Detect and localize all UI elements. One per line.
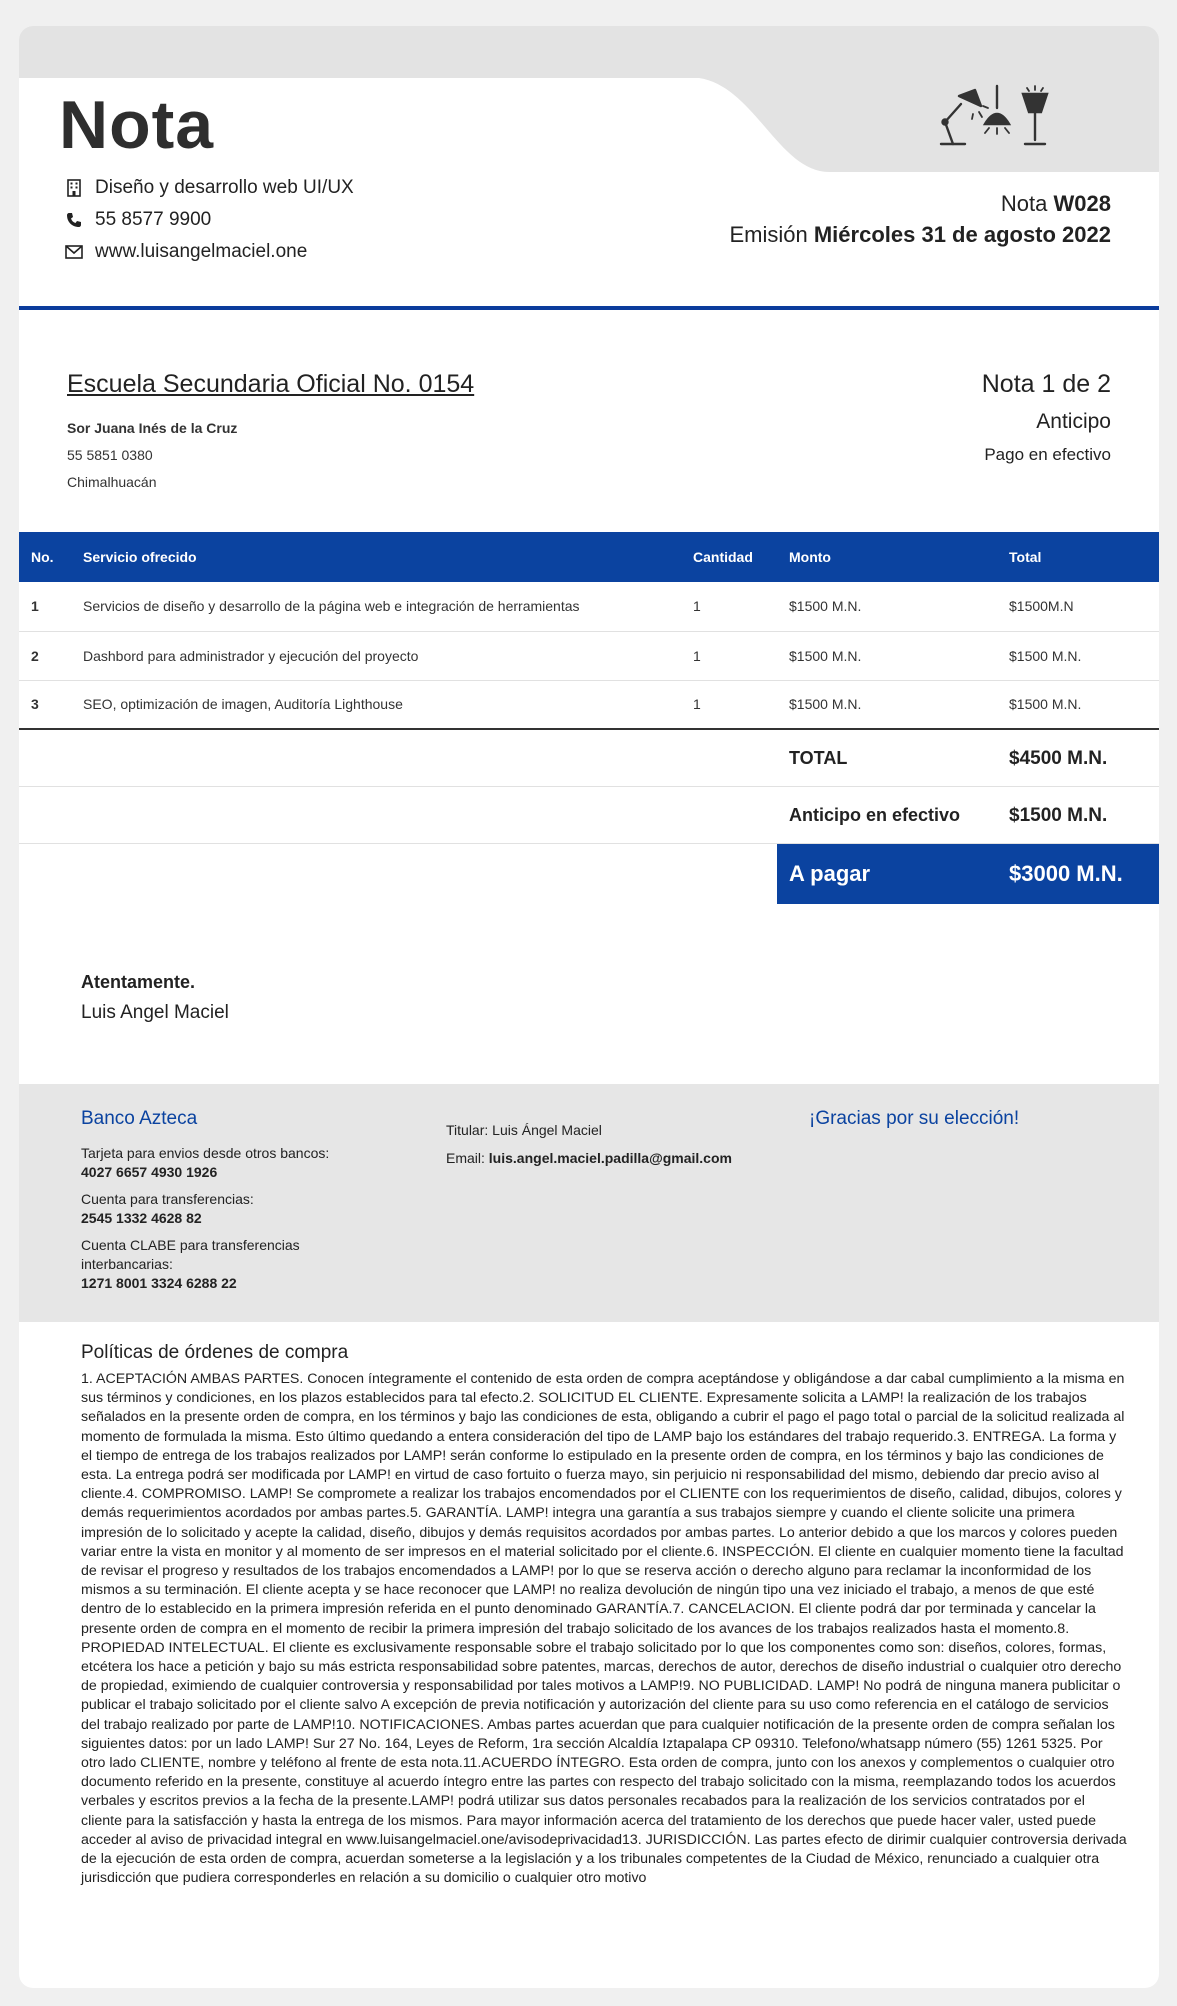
- account-label: Cuenta para transferencias:: [81, 1191, 254, 1207]
- contact-website[interactable]: www.luisangelmaciel.one: [95, 241, 307, 263]
- lamp-logo-icon: [939, 84, 1049, 146]
- table-header-row: No. Servicio ofrecido Cantidad Monto Tot…: [19, 532, 1159, 582]
- email-line: Email: luis.angel.maciel.padilla@gmail.c…: [446, 1144, 732, 1172]
- page-title: Nota: [59, 87, 215, 163]
- client-name: Escuela Secundaria Oficial No. 0154: [67, 370, 475, 398]
- amount-due-label: A pagar: [789, 861, 871, 886]
- email-label: Email:: [446, 1150, 485, 1166]
- services-table: No. Servicio ofrecido Cantidad Monto Tot…: [19, 532, 1159, 730]
- cell-service: Servicios de diseño y desarrollo de la p…: [83, 582, 693, 632]
- emision-date: Miércoles 31 de agosto 2022: [813, 222, 1111, 247]
- card-label: Tarjeta para envios desde otros bancos:: [81, 1145, 330, 1161]
- envelope-icon: [65, 243, 83, 261]
- cell-service: Dashbord para administrador y ejecución …: [83, 631, 693, 681]
- nota-type: Anticipo: [1036, 410, 1111, 433]
- advance-row: Anticipo en efectivo $1500 M.N.: [19, 787, 1159, 844]
- cell-amount: $1500 M.N.: [789, 582, 1009, 632]
- cell-no: 3: [19, 680, 83, 730]
- contact-service: Diseño y desarrollo web UI/UX: [95, 177, 354, 198]
- cell-quantity: 1: [693, 680, 789, 730]
- bank-info: Banco Azteca Tarjeta para envios desde o…: [19, 1084, 1159, 1322]
- col-header-quantity: Cantidad: [693, 549, 753, 565]
- advance-value: $1500 M.N.: [1009, 805, 1108, 826]
- client-phone: 55 5851 0380: [67, 447, 153, 463]
- cell-quantity: 1: [693, 582, 789, 632]
- amount-due-value: $3000 M.N.: [1009, 861, 1123, 886]
- bank-accounts: Tarjeta para envios desde otros bancos: …: [81, 1144, 381, 1301]
- client-info: Escuela Secundaria Oficial No. 0154 Sor …: [19, 308, 1159, 532]
- card-block: Tarjeta para envios desde otros bancos: …: [81, 1144, 381, 1182]
- nota-meta: Nota W028 Emisión Miércoles 31 de agosto…: [691, 188, 1111, 250]
- contact-website-row: www.luisangelmaciel.one: [65, 236, 354, 268]
- thanks-message: ¡Gracias por su elección!: [809, 1108, 1020, 1129]
- client-subtitle: Sor Juana Inés de la Cruz: [67, 420, 238, 436]
- col-header-amount: Monto: [789, 549, 831, 565]
- contact-info: Diseño y desarrollo web UI/UX 55 8577 99…: [65, 172, 354, 268]
- nota-number: W028: [1053, 191, 1111, 216]
- emision-label: Emisión: [729, 222, 808, 247]
- cell-quantity: 1: [693, 631, 789, 681]
- signature-name: Luis Angel Maciel: [81, 1002, 229, 1023]
- advance-label: Anticipo en efectivo: [789, 805, 961, 825]
- cell-no: 1: [19, 582, 83, 632]
- signature-closing: Atentamente.: [81, 972, 196, 992]
- nota-number-line: Nota W028: [691, 188, 1111, 219]
- purchase-policies: Políticas de órdenes de compra 1. ACEPTA…: [19, 1322, 1159, 1888]
- building-icon: [65, 179, 83, 197]
- table-row: 3 SEO, optimización de imagen, Auditoría…: [19, 680, 1159, 730]
- invoice-page: Nota Diseño y desarrollo web UI/UX 55 85…: [19, 26, 1159, 1988]
- table-row: 2 Dashbord para administrador y ejecució…: [19, 631, 1159, 681]
- table-row: 1 Servicios de diseño y desarrollo de la…: [19, 582, 1159, 632]
- bank-name: Banco Azteca: [81, 1108, 198, 1129]
- cell-amount: $1500 M.N.: [789, 631, 1009, 681]
- cell-total: $1500 M.N.: [1009, 680, 1159, 730]
- holder-info: Titular: Luis Ángel Maciel Email: luis.a…: [446, 1116, 732, 1172]
- col-header-no: No.: [31, 549, 54, 565]
- contact-service-row: Diseño y desarrollo web UI/UX: [65, 172, 354, 204]
- amount-due-row: A pagar $3000 M.N.: [19, 844, 1159, 904]
- nota-page-label: Nota 1 de 2: [981, 370, 1111, 398]
- policies-title: Políticas de órdenes de compra: [81, 1342, 349, 1363]
- invoice-header: Nota Diseño y desarrollo web UI/UX 55 85…: [19, 26, 1159, 310]
- phone-icon: [65, 211, 83, 229]
- col-header-total: Total: [1009, 549, 1042, 565]
- cell-total: $1500M.N: [1009, 582, 1159, 632]
- account-block: Cuenta para transferencias: 2545 1332 46…: [81, 1190, 381, 1228]
- total-row: TOTAL $4500 M.N.: [19, 730, 1159, 787]
- email-value[interactable]: luis.angel.maciel.padilla@gmail.com: [489, 1150, 732, 1166]
- nota-label: Nota: [1000, 191, 1048, 216]
- account-number: 2545 1332 4628 82: [81, 1210, 202, 1226]
- cell-amount: $1500 M.N.: [789, 680, 1009, 730]
- cell-service: SEO, optimización de imagen, Auditoría L…: [83, 680, 693, 730]
- client-city: Chimalhuacán: [67, 474, 157, 490]
- cell-total: $1500 M.N.: [1009, 631, 1159, 681]
- policies-text: 1. ACEPTACIÓN AMBAS PARTES. Conocen ínte…: [81, 1371, 1127, 1887]
- account-holder: Titular: Luis Ángel Maciel: [446, 1122, 602, 1138]
- col-header-service: Servicio ofrecido: [83, 549, 197, 565]
- contact-phone-row: 55 8577 9900: [65, 204, 354, 236]
- clabe-label: Cuenta CLABE para transferencias interba…: [81, 1237, 300, 1272]
- amount-due-box: A pagar $3000 M.N.: [777, 844, 1159, 904]
- total-value: $4500 M.N.: [1009, 748, 1108, 769]
- contact-phone: 55 8577 9900: [95, 209, 212, 230]
- cell-no: 2: [19, 631, 83, 681]
- emision-line: Emisión Miércoles 31 de agosto 2022: [691, 219, 1111, 250]
- payment-method: Pago en efectivo: [984, 445, 1111, 464]
- clabe-block: Cuenta CLABE para transferencias interba…: [81, 1236, 381, 1293]
- clabe-number: 1271 8001 3324 6288 22: [81, 1275, 237, 1291]
- signature-block: Atentamente. Luis Angel Maciel: [19, 904, 1159, 1084]
- total-label: TOTAL: [789, 748, 848, 768]
- card-number: 4027 6657 4930 1926: [81, 1164, 218, 1180]
